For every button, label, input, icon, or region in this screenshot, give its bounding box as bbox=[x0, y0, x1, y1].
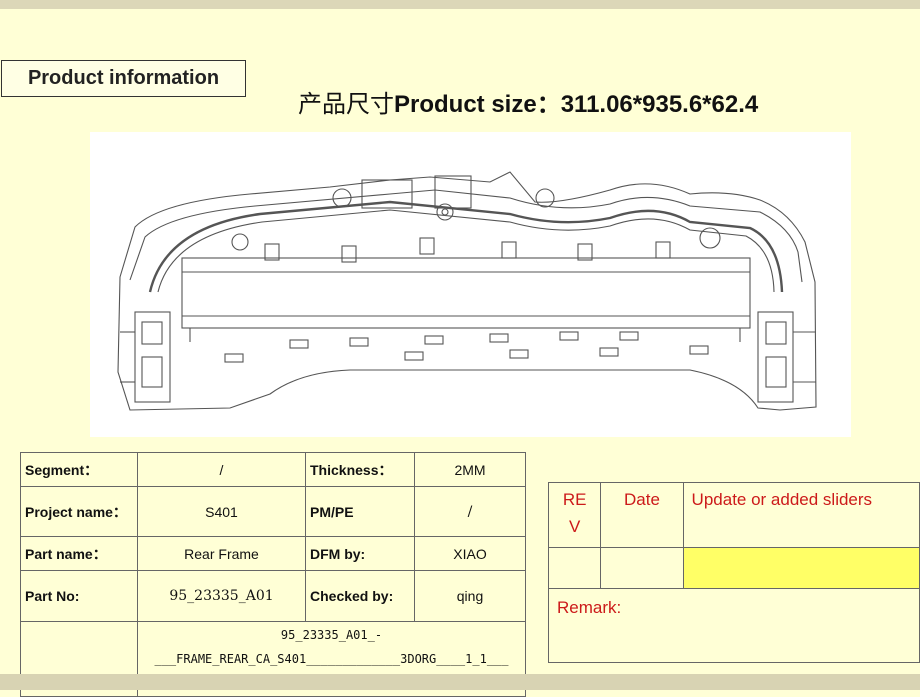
table-row: Part name： Rear Frame DFM by: XIAO bbox=[20, 536, 526, 571]
product-size-title: 产品尺寸Product size：311.06*935.6*62.4 bbox=[298, 84, 758, 119]
segment-value: / bbox=[137, 452, 306, 487]
date-header: Date bbox=[600, 482, 684, 548]
top-accent-bar bbox=[0, 0, 920, 9]
checked-by-value: qing bbox=[414, 570, 526, 622]
project-name-value: S401 bbox=[137, 486, 306, 537]
product-size-cn: 产品尺寸 bbox=[298, 90, 394, 118]
table-row: Segment： / Thickness： 2MM bbox=[20, 452, 526, 487]
revision-table: RE V Date Update or added sliders Remark… bbox=[547, 482, 920, 663]
thickness-label: Thickness： bbox=[305, 452, 415, 487]
pmpe-value: / bbox=[414, 486, 526, 537]
part-no-label: Part No: bbox=[20, 570, 138, 622]
rev3d-line-2: ___FRAME_REAR_CA_S401_____________3DORG_… bbox=[154, 652, 509, 666]
dfm-label: DFM by: bbox=[305, 536, 415, 571]
update-header: Update or added sliders bbox=[682, 482, 920, 548]
table-row: Project name： S401 PM/PE / bbox=[20, 486, 526, 537]
bottom-accent-bar bbox=[0, 674, 920, 690]
rear-frame-technical-drawing-icon bbox=[117, 171, 817, 411]
remark-label: Remark: bbox=[557, 598, 622, 617]
rev3d-line-1: 95_23335_A01_- bbox=[280, 628, 383, 642]
table-row: RE V Date Update or added sliders bbox=[547, 482, 920, 548]
section-label: Product information bbox=[1, 60, 246, 97]
segment-label: Segment： bbox=[20, 452, 138, 487]
pmpe-label: PM/PE bbox=[305, 486, 415, 537]
dfm-value: XIAO bbox=[414, 536, 526, 571]
update-cell bbox=[682, 547, 920, 589]
table-row: Remark: bbox=[548, 588, 920, 663]
product-size-en: Product size：311.06*935.6*62.4 bbox=[394, 91, 759, 118]
rev-cell bbox=[547, 547, 602, 589]
thickness-value: 2MM bbox=[414, 452, 526, 487]
part-name-value: Rear Frame bbox=[137, 536, 306, 571]
part-no-value: 95_23335_A01 bbox=[137, 570, 306, 622]
date-cell bbox=[600, 547, 684, 589]
part-name-label: Part name： bbox=[20, 536, 138, 571]
remark-cell: Remark: bbox=[548, 588, 920, 663]
checked-by-label: Checked by: bbox=[305, 570, 415, 622]
project-name-label: Project name： bbox=[20, 486, 138, 537]
rev-header: RE V bbox=[547, 482, 602, 548]
rear-frame-drawing bbox=[90, 132, 851, 437]
product-info-table: Segment： / Thickness： 2MM Project name： … bbox=[20, 452, 526, 697]
table-row: Part No: 95_23335_A01 Checked by: qing bbox=[20, 570, 526, 622]
table-row bbox=[547, 547, 920, 589]
